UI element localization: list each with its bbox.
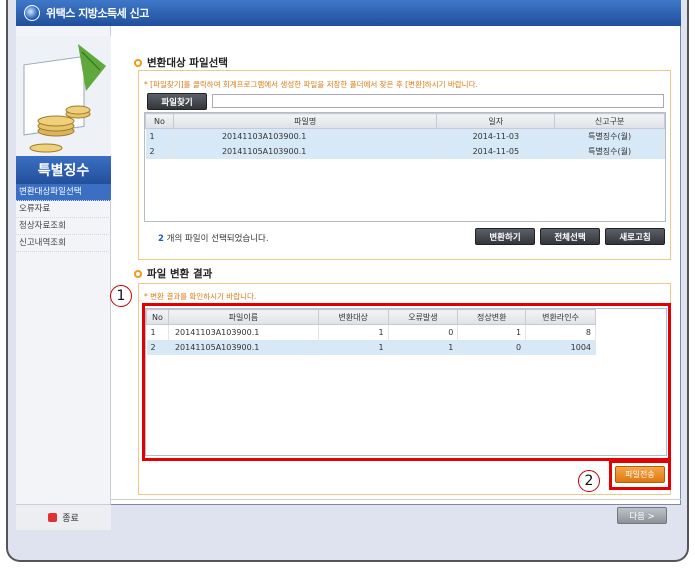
col-date: 일자	[436, 113, 556, 129]
section2-title: 파일 변환 결과	[134, 266, 212, 281]
sidebar: 특별징수 변환대상파일선택 오류자료 정상자료조회 신고내역조회 종료	[16, 26, 111, 530]
exit-button[interactable]: 종료	[16, 504, 111, 530]
sidebar-item-error-data[interactable]: 오류자료	[16, 201, 111, 218]
window-title: 위택스 지방소득세 신고	[46, 7, 149, 20]
cell-report-type: 특별징수(월)	[554, 128, 665, 144]
annotation-circle-1: 1	[110, 285, 132, 307]
circle-bullet-icon	[134, 269, 142, 278]
next-button[interactable]: 다음 >	[617, 507, 667, 524]
selected-count-number: 2	[158, 234, 164, 244]
table-row[interactable]: 1 20141103A103900.1 2014-11-03 특별징수(월)	[145, 128, 665, 144]
globe-logo-icon	[24, 5, 40, 21]
sidebar-item-report-history[interactable]: 신고내역조회	[16, 235, 111, 252]
cell-report-type: 특별징수(월)	[554, 143, 665, 159]
cell-date: 2014-11-03	[436, 128, 556, 144]
section1-title-text: 변환대상 파일선택	[147, 57, 228, 69]
find-file-button[interactable]: 파일찾기	[147, 93, 207, 110]
refresh-button[interactable]: 새로고침	[605, 228, 665, 245]
sidebar-item-file-select[interactable]: 변환대상파일선택	[16, 184, 111, 201]
cell-filename: 20141105A103900.1	[173, 143, 438, 159]
cell-filename: 20141103A103900.1	[173, 128, 438, 144]
selected-count: 2 개의 파일이 선택되었습니다.	[158, 232, 269, 244]
cell-no: 2	[145, 143, 174, 159]
sidebar-heading: 특별징수	[16, 156, 111, 184]
highlight-box-result	[142, 303, 671, 461]
sidebar-menu: 변환대상파일선택 오류자료 정상자료조회 신고내역조회	[16, 184, 111, 252]
file-list-table: No 파일명 일자 신고구분 1 20141103A103900.1 2014-…	[145, 113, 665, 159]
section2-note: * 변환 결과를 확인하시기 바랍니다.	[144, 292, 257, 301]
file-path-input[interactable]	[212, 94, 664, 108]
coins-illustration	[16, 36, 111, 156]
sidebar-item-normal-data[interactable]: 정상자료조회	[16, 218, 111, 235]
col-filename: 파일명	[172, 113, 438, 129]
exit-label: 종료	[62, 514, 79, 524]
section2-title-text: 파일 변환 결과	[147, 268, 213, 280]
table-row[interactable]: 2 20141105A103900.1 2014-11-05 특별징수(월)	[145, 143, 665, 159]
footer-divider	[111, 499, 681, 500]
select-all-button[interactable]: 전체선택	[540, 228, 600, 245]
section1-note: * [파일찾기]를 클릭하여 회계프로그램에서 생성한 파일을 저장한 폴더에서…	[144, 80, 478, 89]
cell-no: 1	[145, 128, 174, 144]
highlight-box-send	[609, 460, 671, 490]
exit-icon	[48, 513, 58, 522]
circle-bullet-icon	[134, 58, 142, 67]
title-bar: 위택스 지방소득세 신고	[16, 0, 681, 26]
annotation-circle-2: 2	[578, 470, 600, 492]
section1-title: 변환대상 파일선택	[134, 55, 228, 70]
convert-button[interactable]: 변환하기	[475, 228, 535, 245]
col-no: No	[145, 113, 174, 129]
col-report-type: 신고구분	[554, 113, 665, 129]
cell-date: 2014-11-05	[436, 143, 556, 159]
selected-count-text: 개의 파일이 선택되었습니다.	[166, 234, 269, 244]
